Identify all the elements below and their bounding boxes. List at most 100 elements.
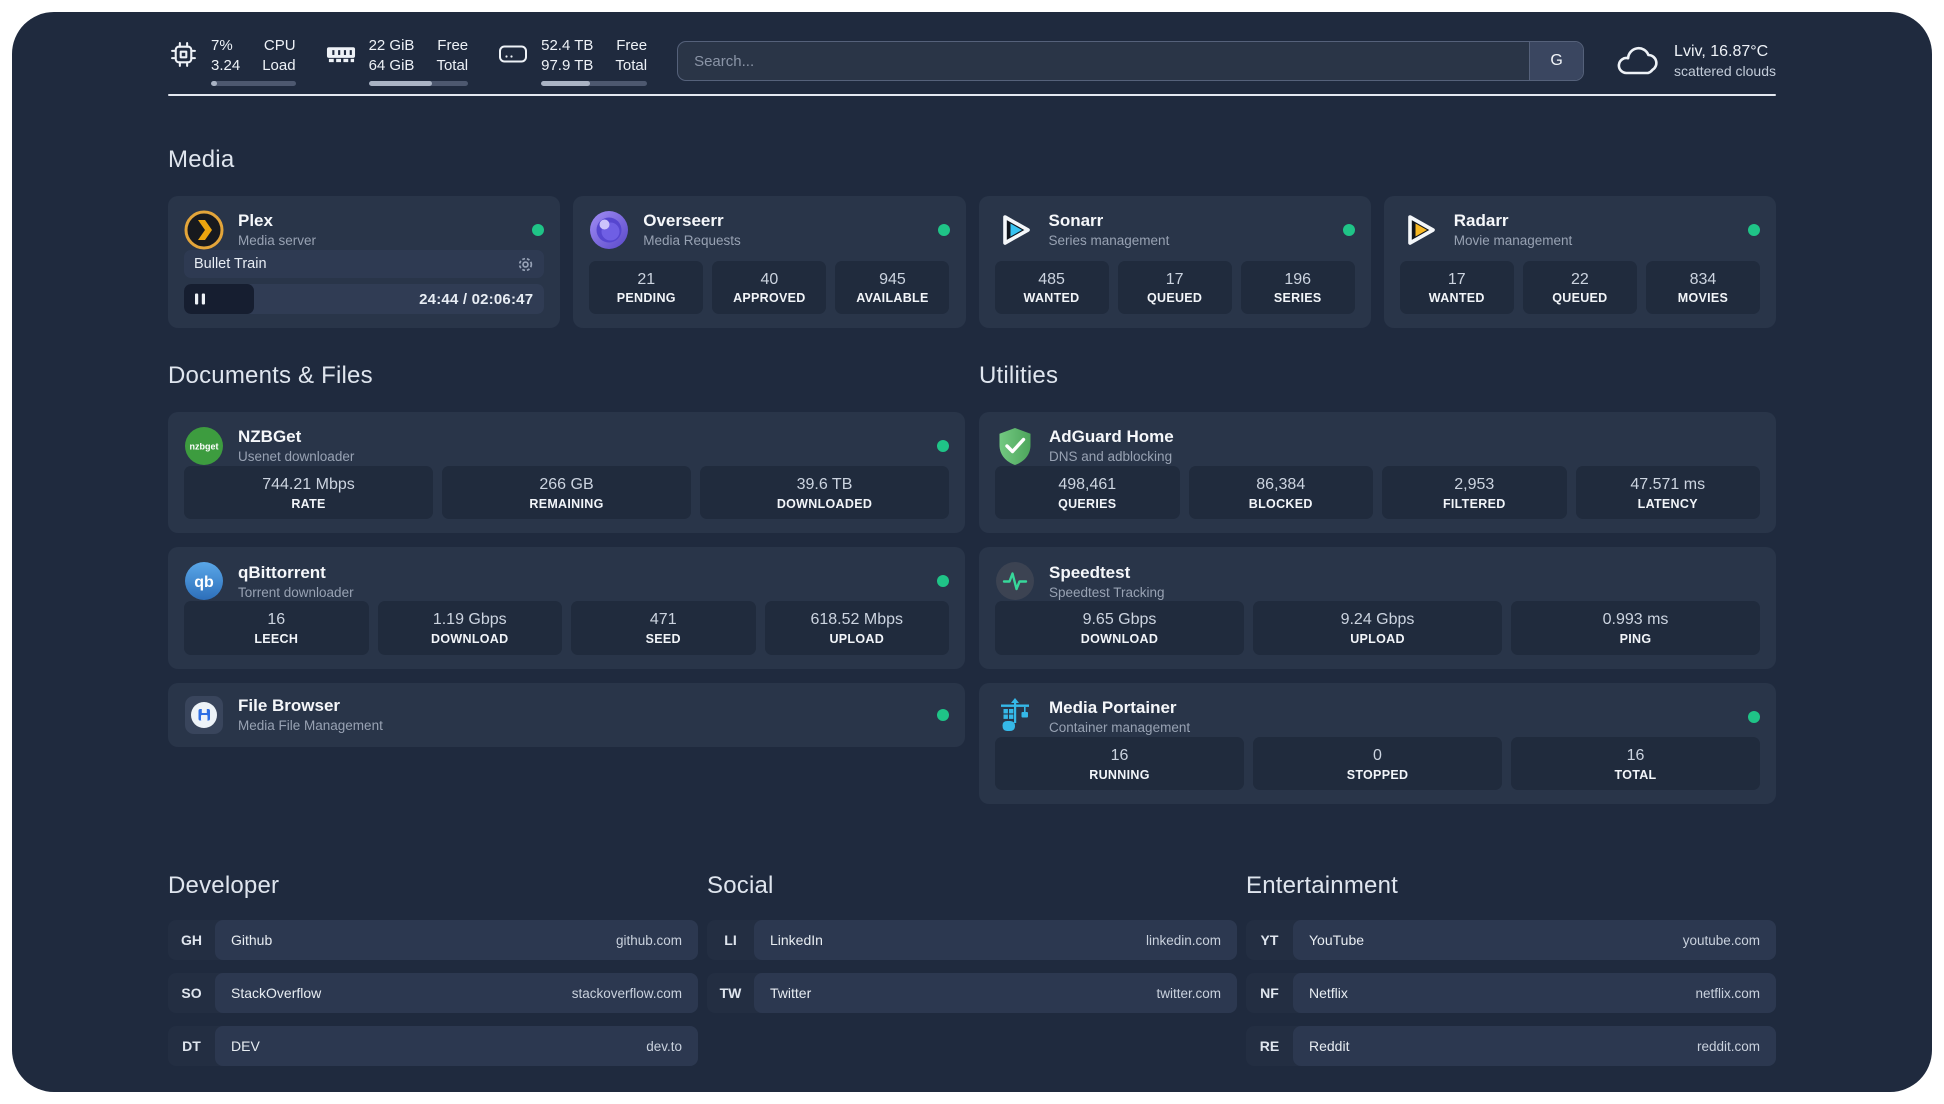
memory-progress-bar <box>368 80 469 86</box>
status-online-dot <box>937 224 950 236</box>
google-search-button[interactable]: G <box>1529 42 1584 80</box>
bookmark-name: StackOverflow <box>231 985 322 1002</box>
disk-values: 52.4 TB 97.9 TB <box>541 37 594 74</box>
bookmark-url: stackoverflow.com <box>571 985 682 1001</box>
app-subtitle: Speedtest Tracking <box>1049 584 1165 600</box>
section-title-documents: Documents & Files <box>168 362 373 389</box>
bookmark-name: Netflix <box>1309 985 1348 1002</box>
bookmark-abbr: RE <box>1259 1038 1280 1055</box>
stat-series: 196 SERIES <box>1240 260 1355 314</box>
memory-labels: Free Total <box>436 37 469 74</box>
search-box: G <box>677 41 1585 81</box>
disk-labels: Free Total <box>615 37 648 74</box>
gear-icon[interactable] <box>517 256 534 273</box>
search-input[interactable] <box>678 42 1530 80</box>
bookmark-url: dev.to <box>646 1038 682 1054</box>
bookmark-twitter[interactable]: TW Twitter twitter.com <box>707 973 1237 1014</box>
bookmark-abbr: DT <box>182 1038 201 1055</box>
app-title: Media Portainer <box>1049 698 1177 718</box>
section-documents: Documents & Files nzbget NZBGet Usenet d <box>168 362 965 761</box>
nzbget-icon: nzbget <box>184 426 224 466</box>
app-title: NZBGet <box>238 427 302 447</box>
playback-progress-bar[interactable]: 24:44 / 02:06:47 <box>184 284 545 314</box>
stat-queued: 22 QUEUED <box>1522 260 1637 314</box>
stat-approved: 40 APPROVED <box>712 260 827 314</box>
bookmark-linkedin[interactable]: LI LinkedIn linkedin.com <box>707 920 1237 961</box>
card-sonarr[interactable]: Sonarr Series management 485 WANTED 17 Q… <box>978 196 1371 328</box>
bookmark-url: netflix.com <box>1695 985 1760 1001</box>
cpu-values: 7% 3.24 <box>211 37 241 74</box>
app-title: File Browser <box>238 696 341 716</box>
weather-condition: scattered clouds <box>1674 63 1776 80</box>
bookmark-abbr: NF <box>1260 985 1279 1002</box>
section-utilities: Utilities AdGuard Home DNS and adblockin… <box>979 362 1776 818</box>
card-filebrowser[interactable]: File Browser Media File Management <box>168 682 965 747</box>
bookmark-stackoverflow[interactable]: SO StackOverflow stackoverflow.com <box>168 973 698 1014</box>
cpu-icon <box>168 39 198 69</box>
app-title: Radarr <box>1453 211 1509 231</box>
bookmark-url: twitter.com <box>1156 985 1221 1001</box>
app-subtitle: Series management <box>1048 233 1170 249</box>
status-online-dot <box>937 440 949 452</box>
bookmark-name: LinkedIn <box>770 932 823 949</box>
bookmark-name: Reddit <box>1309 1038 1350 1055</box>
stat-remaining: 266 GB REMAINING <box>442 466 691 520</box>
card-adguard[interactable]: AdGuard Home DNS and adblocking 498,461 … <box>979 412 1776 534</box>
status-online-dot <box>1748 710 1760 723</box>
cpu-labels: CPU Load <box>262 37 296 74</box>
bookmark-youtube[interactable]: YT YouTube youtube.com <box>1246 920 1776 961</box>
card-portainer[interactable]: Media Portainer Container management 16 … <box>979 682 1776 805</box>
svg-text:qb: qb <box>194 574 214 591</box>
bookmark-github[interactable]: GH Github github.com <box>168 920 698 961</box>
now-playing-title: Bullet Train <box>194 256 267 272</box>
bookmark-netflix[interactable]: NF Netflix netflix.com <box>1246 973 1776 1014</box>
memory-icon <box>326 39 356 69</box>
app-title: Sonarr <box>1048 211 1104 231</box>
stat-pending: 21 PENDING <box>589 260 704 314</box>
weather-widget: Lviv, 16.87°C scattered clouds <box>1614 41 1776 81</box>
section-media: Media Plex Media server Bullet Train 24:… <box>168 146 1776 328</box>
now-playing-row: Bullet Train <box>184 250 545 278</box>
status-online-dot <box>532 224 545 236</box>
stat-available: 945 AVAILABLE <box>835 260 950 314</box>
stat-blocked: 86,384 BLOCKED <box>1188 466 1373 520</box>
stat-filtered: 2,953 FILTERED <box>1382 466 1567 520</box>
pause-icon <box>195 293 206 305</box>
card-plex[interactable]: Plex Media server Bullet Train 24:44 / 0… <box>168 196 561 328</box>
app-subtitle: DNS and adblocking <box>1049 449 1173 465</box>
bookmark-name: Twitter <box>770 985 812 1002</box>
svg-text:nzbget: nzbget <box>190 442 219 452</box>
card-qbittorrent[interactable]: qb qBittorrent Torrent downloader 16 LEE… <box>168 547 965 669</box>
app-subtitle: Container management <box>1049 720 1191 736</box>
bookmark-url: reddit.com <box>1696 1038 1760 1054</box>
app-subtitle: Usenet downloader <box>238 449 355 465</box>
section-title-entertainment: Entertainment <box>1246 872 1399 900</box>
stat-download: 1.19 Gbps DOWNLOAD <box>377 601 562 655</box>
status-online-dot <box>937 575 949 588</box>
stat-ping: 0.993 ms PING <box>1511 601 1760 655</box>
card-speedtest[interactable]: Speedtest Speedtest Tracking 9.65 Gbps D… <box>979 547 1776 669</box>
stat-latency: 47.571 ms LATENCY <box>1575 466 1760 520</box>
section-title-social: Social <box>707 872 774 900</box>
radarr-icon <box>1400 210 1440 250</box>
section-title-developer: Developer <box>168 872 280 900</box>
bookmark-name: Github <box>231 932 273 949</box>
stat-rate: 744.21 Mbps RATE <box>184 466 433 520</box>
bookmark-abbr: LI <box>724 932 737 949</box>
bookmark-reddit[interactable]: RE Reddit reddit.com <box>1246 1026 1776 1067</box>
card-overseerr[interactable]: Overseerr Media Requests 21 PENDING 40 A… <box>573 196 966 328</box>
card-nzbget[interactable]: nzbget NZBGet Usenet downloader 744.21 M… <box>168 412 965 534</box>
sonarr-icon <box>995 210 1035 250</box>
filebrowser-icon <box>184 695 224 735</box>
bookmark-dev[interactable]: DT DEV dev.to <box>168 1026 698 1067</box>
card-radarr[interactable]: Radarr Movie management 17 WANTED 22 QUE… <box>1383 196 1776 328</box>
stat-upload: 618.52 Mbps UPLOAD <box>764 601 949 655</box>
app-subtitle: Movie management <box>1453 233 1573 249</box>
app-subtitle: Media File Management <box>238 718 383 734</box>
bookmark-url: youtube.com <box>1682 932 1760 948</box>
app-title: Speedtest <box>1049 562 1131 582</box>
header-divider <box>168 94 1776 96</box>
stat-running: 16 RUNNING <box>995 736 1244 791</box>
stat-download: 9.65 Gbps DOWNLOAD <box>995 601 1244 655</box>
app-title: qBittorrent <box>238 562 326 582</box>
